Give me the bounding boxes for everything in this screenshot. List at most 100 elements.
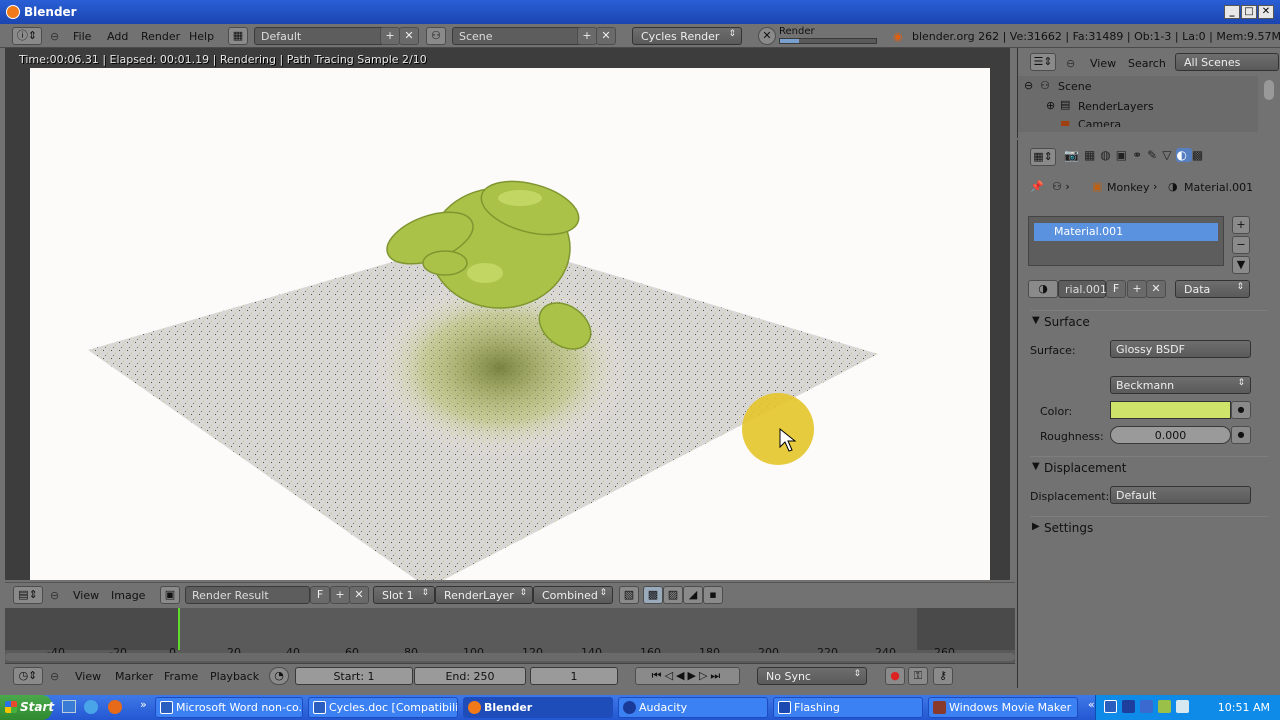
material-fake-user-button[interactable]: F — [1106, 280, 1126, 298]
collapse-menu-icon[interactable]: ⊖ — [50, 30, 59, 43]
remove-slot-icon[interactable]: − — [1232, 236, 1250, 254]
editor-type-timeline-icon[interactable]: ◷⇕ — [13, 667, 43, 685]
menu-add[interactable]: Add — [107, 30, 128, 43]
unlink-material-icon[interactable]: ✕ — [1146, 280, 1166, 298]
task-blender[interactable]: Blender — [463, 697, 613, 718]
task-word[interactable]: Microsoft Word non-co... — [155, 697, 303, 718]
editor-type-image-icon[interactable]: ▤⇕ — [13, 586, 43, 604]
roughness-field[interactable]: 0.000 — [1110, 426, 1231, 444]
task-audacity[interactable]: Audacity — [618, 697, 768, 718]
sync-dropdown[interactable]: No Sync ⇕ — [757, 667, 867, 685]
timeline-scrollbar[interactable] — [5, 653, 1015, 661]
image-name-field[interactable]: Render Result — [185, 586, 310, 604]
add-slot-icon[interactable]: + — [1232, 216, 1250, 234]
unlink-image-icon[interactable]: ✕ — [349, 586, 369, 604]
end-frame-field[interactable]: End: 250 — [414, 667, 526, 685]
outliner-menu-view[interactable]: View — [1090, 57, 1116, 70]
outliner-item-scene[interactable]: Scene — [1058, 80, 1092, 93]
breadcrumb-object[interactable]: Monkey — [1107, 181, 1149, 194]
maximize-button[interactable]: □ — [1241, 5, 1257, 19]
render-pass-dropdown[interactable]: Combined ⇕ — [533, 586, 613, 604]
task-movie-maker[interactable]: Windows Movie Maker — [928, 697, 1078, 718]
render-layer-dropdown[interactable]: RenderLayer ⇕ — [435, 586, 533, 604]
new-image-icon[interactable]: + — [330, 586, 350, 604]
screen-layout-icon[interactable]: ▦ — [228, 27, 248, 45]
material-slot-item[interactable]: Material.001 — [1034, 223, 1218, 241]
screen-layout-field[interactable]: Default — [254, 27, 399, 45]
task-flashing[interactable]: Flashing — [773, 697, 923, 718]
roughness-link-icon[interactable]: ● — [1231, 426, 1251, 444]
distribution-dropdown[interactable]: Beckmann ⇕ — [1110, 376, 1251, 394]
start-frame-field[interactable]: Start: 1 — [295, 667, 413, 685]
tray-app-icon[interactable] — [1104, 700, 1117, 713]
scene-icon[interactable]: ⚇ — [426, 27, 446, 45]
firefox-icon[interactable] — [108, 700, 122, 714]
alpha-display-icon[interactable]: ▩ — [643, 586, 663, 604]
editor-type-properties-icon[interactable]: ▦⇕ — [1030, 148, 1056, 166]
menu-image[interactable]: Image — [111, 589, 145, 602]
properties-editor[interactable]: ▦⇕ 📷▦◍▣⚭✎▽◐▩ 📌 ⚇ › ▣ Monkey › ◑ Material… — [1017, 140, 1280, 688]
menu-render[interactable]: Render — [141, 30, 180, 43]
material-link-dropdown[interactable]: Data ⇕ — [1175, 280, 1250, 298]
fake-user-button[interactable]: F — [310, 586, 330, 604]
outliner[interactable]: ☰⇕ ⊖ View Search All Scenes ⊖ ⚇ Scene ⊕ … — [1017, 48, 1280, 138]
render-engine-dropdown[interactable]: Cycles Render ⇕ — [632, 27, 742, 45]
quicklaunch-expand-icon[interactable]: » — [140, 698, 147, 711]
menu-playback[interactable]: Playback — [210, 670, 259, 683]
close-button[interactable]: ✕ — [1258, 5, 1274, 19]
show-desktop-icon[interactable] — [62, 700, 76, 713]
outliner-filter-dropdown[interactable]: All Scenes — [1175, 53, 1279, 71]
slot-dropdown[interactable]: Slot 1 ⇕ — [373, 586, 435, 604]
menu-marker[interactable]: Marker — [115, 670, 153, 683]
alpha-only-icon[interactable]: ▨ — [663, 586, 683, 604]
current-frame-marker[interactable] — [178, 608, 180, 650]
add-screen-icon[interactable]: + — [380, 27, 400, 45]
tray-network-icon[interactable] — [1122, 700, 1135, 713]
playback-controls[interactable]: ⏮◁◀▶▷⏭ — [635, 667, 740, 685]
collapse-menu-icon[interactable]: ⊖ — [1066, 57, 1075, 70]
breadcrumb-material[interactable]: Material.001 — [1184, 181, 1253, 194]
expand-icon[interactable]: ⊖ — [1024, 79, 1033, 92]
z-buffer-icon[interactable]: ◢ — [683, 586, 703, 604]
menu-frame[interactable]: Frame — [164, 670, 198, 683]
scene-field[interactable]: Scene — [452, 27, 595, 45]
menu-view[interactable]: View — [73, 589, 99, 602]
color-link-icon[interactable]: ● — [1231, 401, 1251, 419]
outliner-item-camera[interactable]: Camera — [1078, 118, 1121, 127]
tray-speaker-icon[interactable] — [1176, 700, 1189, 713]
pin-image-icon[interactable]: ▪ — [703, 586, 723, 604]
menu-file[interactable]: File — [73, 30, 91, 43]
surface-shader-field[interactable]: Glossy BSDF — [1110, 340, 1251, 358]
cancel-render-icon[interactable]: ✕ — [758, 27, 776, 45]
delete-scene-icon[interactable]: ✕ — [596, 27, 616, 45]
collapse-menu-icon[interactable]: ⊖ — [50, 670, 59, 683]
properties-context-tabs[interactable]: 📷▦◍▣⚭✎▽◐▩ — [1064, 148, 1279, 166]
settings-panel-header[interactable]: ▶ Settings — [1030, 516, 1268, 538]
surface-panel-header[interactable]: ▼ Surface — [1030, 310, 1268, 332]
add-scene-icon[interactable]: + — [577, 27, 597, 45]
render-result-image[interactable] — [30, 68, 990, 580]
keying-set-icon[interactable]: ⚿ — [908, 667, 928, 685]
outliner-scrollbar[interactable] — [1264, 80, 1274, 100]
editor-type-outliner-icon[interactable]: ☰⇕ — [1030, 53, 1056, 71]
minimize-button[interactable]: _ — [1224, 5, 1240, 19]
tray-expand-icon[interactable]: « — [1088, 698, 1095, 711]
preview-range-icon[interactable]: ◔ — [269, 667, 289, 685]
menu-help[interactable]: Help — [189, 30, 214, 43]
image-browse-icon[interactable]: ▣ — [160, 586, 180, 604]
outliner-item-renderlayers[interactable]: RenderLayers — [1078, 100, 1154, 113]
collapse-menu-icon[interactable]: ⊖ — [50, 589, 59, 602]
expand-icon[interactable]: ⊕ — [1046, 99, 1055, 112]
start-button[interactable]: Start — [0, 695, 54, 720]
record-icon[interactable]: ● — [885, 667, 905, 685]
timeline-editor[interactable]: -40-200204060801001201401601802002202402… — [5, 608, 1015, 663]
displacement-panel-header[interactable]: ▼ Displacement — [1030, 456, 1268, 478]
current-frame-field[interactable]: 1 — [530, 667, 618, 685]
outliner-menu-search[interactable]: Search — [1128, 57, 1166, 70]
new-material-icon[interactable]: + — [1127, 280, 1147, 298]
material-slot-list[interactable]: Material.001 — [1028, 216, 1224, 266]
delete-screen-icon[interactable]: ✕ — [399, 27, 419, 45]
slot-specials-icon[interactable]: ▼ — [1232, 256, 1250, 274]
internet-explorer-icon[interactable] — [84, 700, 98, 714]
material-browse-icon[interactable]: ◑ — [1028, 280, 1058, 298]
